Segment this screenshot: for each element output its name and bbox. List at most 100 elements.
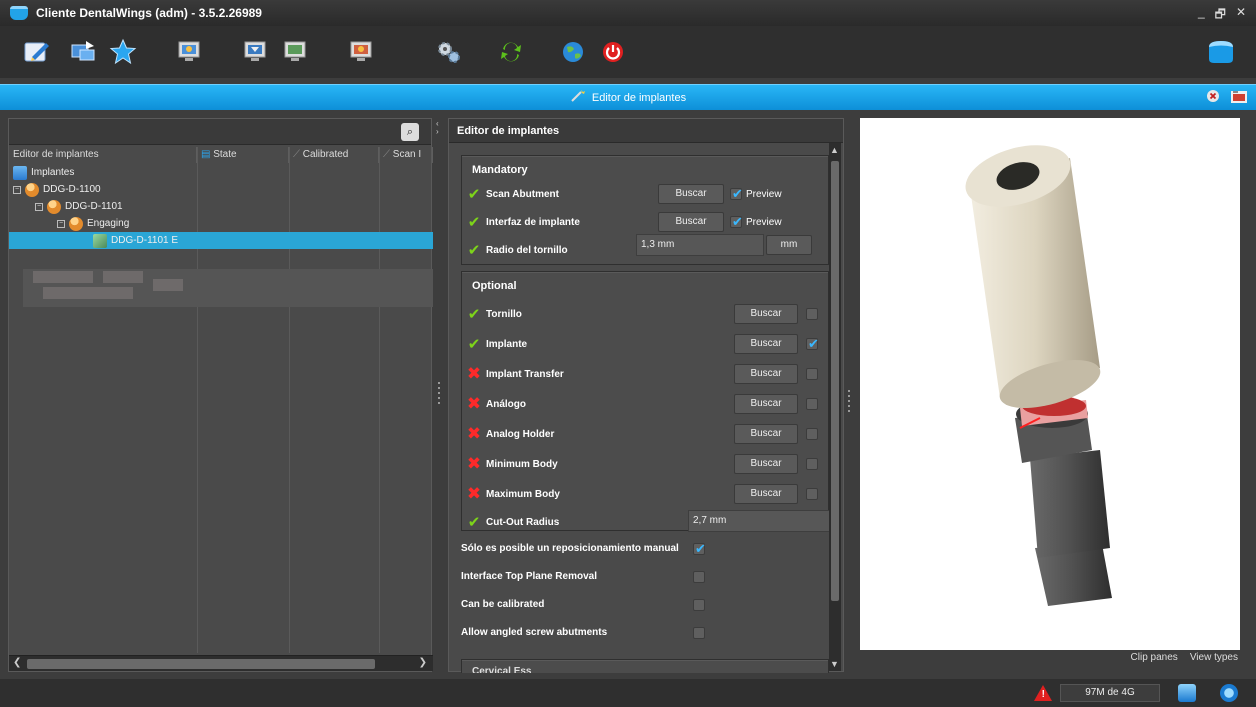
edit-icon[interactable] xyxy=(20,35,54,69)
scroll-thumb[interactable] xyxy=(831,161,839,601)
optional-section: Optional ✔ Tornillo Buscar ✔ Implante Bu… xyxy=(461,271,830,532)
column-header-scan[interactable]: ⟋ Scan I xyxy=(379,147,433,163)
buscar-button[interactable]: Buscar xyxy=(734,454,798,474)
error-x-icon: ✖ xyxy=(466,424,482,443)
collapse-icon[interactable]: − xyxy=(57,219,65,228)
preview-checkbox[interactable] xyxy=(806,428,818,440)
column-header-state[interactable]: ▤ State xyxy=(197,147,289,163)
left-splitter[interactable] xyxy=(438,382,441,412)
status-bar: ! 97M de 4G xyxy=(0,679,1256,707)
screenshot-icon[interactable] xyxy=(1230,89,1248,108)
buscar-button[interactable]: Buscar xyxy=(734,484,798,504)
angled-screw-checkbox[interactable] xyxy=(693,627,705,639)
monitor-icon[interactable] xyxy=(172,35,206,69)
memory-usage: 97M de 4G xyxy=(1060,684,1160,702)
scroll-up-icon[interactable]: ▲ xyxy=(830,145,839,155)
row-scan-abutment: ✔ Scan Abutment Buscar Preview xyxy=(462,180,830,208)
gears-icon[interactable] xyxy=(432,35,466,69)
close-button[interactable]: ✕ xyxy=(1236,5,1246,26)
unit-button[interactable]: mm xyxy=(766,235,812,255)
row-minimum-body: ✖ Minimum Body Buscar xyxy=(462,450,830,478)
database-icon[interactable] xyxy=(1178,684,1196,702)
preview-checkbox[interactable] xyxy=(806,308,818,320)
screw-radius-input[interactable]: 1,3 mm xyxy=(636,234,764,256)
restore-button[interactable]: 🗗 xyxy=(1215,5,1226,26)
power-icon[interactable] xyxy=(596,35,630,69)
tree-item-selected[interactable]: DDG-D-1101 E xyxy=(9,232,433,249)
column-header-name[interactable]: Editor de implantes xyxy=(9,147,197,163)
buscar-button[interactable]: Buscar xyxy=(734,364,798,384)
scroll-down-icon[interactable]: ▼ xyxy=(830,659,839,669)
view-types-link[interactable]: View types xyxy=(1190,652,1238,663)
monitor2-icon[interactable] xyxy=(238,35,272,69)
redacted-items xyxy=(23,269,433,307)
row-analogo: ✖ Análogo Buscar xyxy=(462,390,830,418)
right-splitter[interactable] xyxy=(848,390,851,420)
user-icon xyxy=(69,216,83,231)
preview-checkbox[interactable] xyxy=(806,336,819,352)
preview-checkbox[interactable] xyxy=(730,186,743,202)
check-icon: ✔ xyxy=(467,242,481,259)
state-icon: ▤ xyxy=(201,149,214,160)
row-cut-out-radius: ✔ Cut-Out Radius 2,7 mm xyxy=(462,508,830,536)
monitor3-icon[interactable] xyxy=(278,35,312,69)
check-icon: ✔ xyxy=(467,214,481,231)
preview-checkbox[interactable] xyxy=(730,214,743,230)
scroll-right-icon[interactable]: ❯ xyxy=(419,657,427,668)
preview-checkbox[interactable] xyxy=(806,368,818,380)
tree-item[interactable]: − Engaging xyxy=(9,215,433,232)
buscar-button[interactable]: Buscar xyxy=(734,304,798,324)
row-implante: ✔ Implante Buscar xyxy=(462,330,830,358)
preview-checkbox[interactable] xyxy=(806,458,818,470)
window-controls: _ 🗗 ✕ xyxy=(1198,5,1246,26)
row-implant-transfer: ✖ Implant Transfer Buscar xyxy=(462,360,830,388)
buscar-button[interactable]: Buscar xyxy=(658,212,724,232)
app-menu-icon[interactable] xyxy=(1204,35,1238,69)
buscar-button[interactable]: Buscar xyxy=(734,334,798,354)
buscar-button[interactable]: Buscar xyxy=(658,184,724,204)
editor-vertical-scrollbar[interactable]: ▲ ▼ xyxy=(829,143,841,671)
cut-out-radius-input[interactable]: 2,7 mm xyxy=(688,510,830,532)
scroll-thumb[interactable] xyxy=(27,659,375,669)
monitor4-icon[interactable] xyxy=(344,35,378,69)
manual-repositioning-checkbox[interactable] xyxy=(693,541,706,557)
tree-item[interactable]: Implantes xyxy=(9,164,433,181)
check-icon: ✔ xyxy=(467,186,481,203)
collapse-icon[interactable]: − xyxy=(13,185,21,194)
implant-tool-icon xyxy=(93,233,107,248)
network-icon[interactable] xyxy=(1220,684,1238,702)
tree-search-bar: ⌕ xyxy=(9,119,431,145)
row-analog-holder: ✖ Analog Holder Buscar xyxy=(462,420,830,448)
collapse-icon[interactable]: − xyxy=(35,202,43,211)
search-icon[interactable]: ⌕ xyxy=(401,123,419,141)
close-module-icon[interactable] xyxy=(1206,89,1220,108)
preview-checkbox[interactable] xyxy=(806,488,818,500)
3d-viewport[interactable] xyxy=(860,118,1240,650)
computer-transfer-icon[interactable] xyxy=(66,35,100,69)
column-header-calibrated[interactable]: ⟋ Calibrated xyxy=(289,147,379,163)
error-x-icon: ✖ xyxy=(466,394,482,413)
tree-item[interactable]: − DDG-D-1100 xyxy=(9,181,433,198)
buscar-button[interactable]: Buscar xyxy=(734,394,798,414)
can-be-calibrated-checkbox[interactable] xyxy=(693,599,705,611)
row-interfaz-implante: ✔ Interfaz de implante Buscar Preview xyxy=(462,208,830,236)
implant-tree: Implantes − DDG-D-1100 − DDG-D-1101 − En… xyxy=(9,164,433,249)
tree-item[interactable]: − DDG-D-1101 xyxy=(9,198,433,215)
sync-icon[interactable] xyxy=(494,35,528,69)
tree-horizontal-scrollbar[interactable]: ❮ ❯ xyxy=(9,655,433,671)
buscar-button[interactable]: Buscar xyxy=(734,424,798,444)
module-title: Editor de implantes xyxy=(591,91,687,104)
top-plane-removal-checkbox[interactable] xyxy=(693,571,705,583)
star-icon[interactable] xyxy=(106,35,140,69)
globe-icon[interactable] xyxy=(556,35,590,69)
option-can-be-calibrated: Can be calibrated xyxy=(461,591,829,619)
preview-checkbox[interactable] xyxy=(806,398,818,410)
scroll-left-icon[interactable]: ❮ xyxy=(13,657,21,668)
clip-panes-link[interactable]: Clip panes xyxy=(1131,652,1178,663)
module-header: Editor de implantes xyxy=(0,84,1256,110)
minimize-button[interactable]: _ xyxy=(1198,5,1205,26)
implant-3d-model xyxy=(965,145,1112,606)
collapse-panel-icon[interactable]: ‹ › xyxy=(436,120,439,136)
editor-title: Editor de implantes xyxy=(449,119,843,143)
user-icon xyxy=(47,199,61,214)
